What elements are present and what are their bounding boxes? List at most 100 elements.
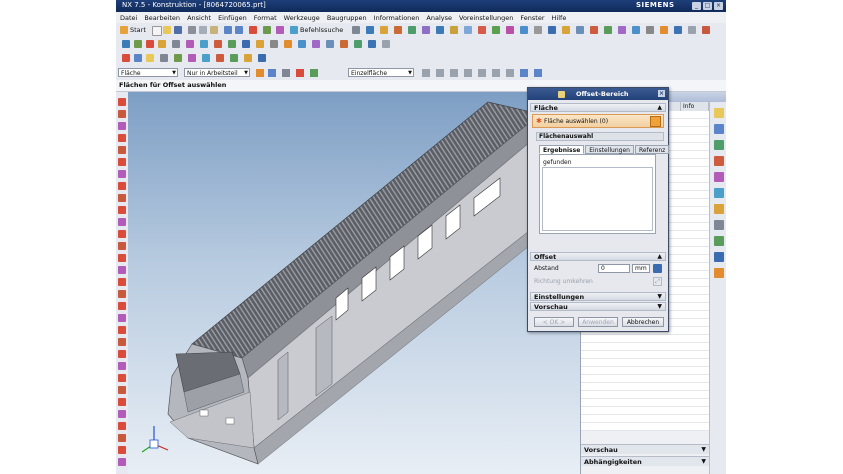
measure-icon[interactable] [534, 26, 542, 34]
shaded-view-icon[interactable] [534, 69, 542, 77]
tool-icon-21[interactable] [118, 338, 126, 346]
menu-datei[interactable]: Datei [120, 14, 137, 22]
offset-curve-icon[interactable] [200, 40, 208, 48]
revolve-icon[interactable] [380, 26, 388, 34]
graphics-window[interactable] [128, 92, 580, 474]
snap-tangent-icon[interactable] [450, 69, 458, 77]
door-front[interactable] [277, 351, 289, 421]
delete-icon[interactable] [249, 26, 257, 34]
unite-icon[interactable] [492, 26, 500, 34]
tool-icon-8[interactable] [118, 182, 126, 190]
section-einstellungen[interactable]: Einstellungen ▼ [530, 292, 666, 301]
navigator-section-abhaengigkeiten[interactable]: Abhängigkeiten ▼ [581, 456, 709, 466]
wireframe-icon[interactable] [688, 26, 696, 34]
close-icon[interactable]: × [658, 90, 665, 97]
snap-grid-icon[interactable] [478, 69, 486, 77]
undo-icon[interactable] [224, 26, 232, 34]
flaechenauswahl-header[interactable]: Flächenauswahl [536, 132, 664, 141]
wcs-icon[interactable] [134, 54, 142, 62]
delete-face-icon[interactable] [340, 40, 348, 48]
constraint-navigator-icon[interactable] [714, 124, 724, 134]
start-icon[interactable] [120, 26, 128, 34]
tool-icon-4[interactable] [118, 134, 126, 142]
tool-icon-13[interactable] [118, 242, 126, 250]
menu-einfuegen[interactable]: Einfügen [218, 14, 247, 22]
search-icon[interactable] [290, 26, 298, 34]
draft-icon[interactable] [284, 40, 292, 48]
tab-einstellungen[interactable]: Einstellungen [585, 145, 634, 154]
sew-icon[interactable] [256, 40, 264, 48]
copy-icon[interactable] [199, 26, 207, 34]
snap-face-icon[interactable] [492, 69, 500, 77]
new-file-icon[interactable] [152, 26, 162, 36]
tab-referenz[interactable]: Referenz [634, 145, 670, 154]
value-options-icon[interactable] [653, 264, 662, 273]
cancel-button[interactable]: Abbrechen [622, 317, 664, 327]
tab-ergebnisse[interactable]: Ergebnisse [539, 145, 585, 154]
paste-icon[interactable] [210, 26, 218, 34]
part-nav-icon[interactable] [202, 54, 210, 62]
point-icon[interactable] [134, 40, 142, 48]
snap-intersect-icon[interactable] [464, 69, 472, 77]
surface-icon[interactable] [242, 40, 250, 48]
blend-icon[interactable] [408, 26, 416, 34]
tool-icon-15[interactable] [118, 266, 126, 274]
tool-icon-28[interactable] [118, 422, 126, 430]
tool-icon-22[interactable] [118, 350, 126, 358]
snap-end-icon[interactable] [296, 69, 304, 77]
chamfer-icon[interactable] [422, 26, 430, 34]
shade-icon[interactable] [674, 26, 682, 34]
hd3d-icon[interactable] [714, 172, 724, 182]
snap-point-icon[interactable] [282, 69, 290, 77]
tool-icon-12[interactable] [118, 230, 126, 238]
menu-baugruppen[interactable]: Baugruppen [327, 14, 367, 22]
view-cube-icon[interactable] [520, 69, 528, 77]
tool-icon-2[interactable] [118, 110, 126, 118]
move-face-icon[interactable] [312, 40, 320, 48]
pan-icon[interactable] [632, 26, 640, 34]
tool-icon-24[interactable] [118, 374, 126, 382]
web-browser-icon[interactable] [714, 188, 724, 198]
open-icon[interactable] [163, 26, 171, 34]
menu-informationen[interactable]: Informationen [374, 14, 420, 22]
tool-icon-5[interactable] [118, 146, 126, 154]
extrude2-icon[interactable] [122, 40, 130, 48]
door-middle[interactable] [315, 315, 333, 397]
group-icon[interactable] [382, 40, 390, 48]
tool-icon-20[interactable] [118, 326, 126, 334]
mirror-icon[interactable] [464, 26, 472, 34]
start-button[interactable]: Start [130, 26, 146, 34]
tool-icon-18[interactable] [118, 302, 126, 310]
tool-icon-1[interactable] [118, 98, 126, 106]
intersect-icon[interactable] [520, 26, 528, 34]
system-materials-icon[interactable] [714, 220, 724, 230]
minimize-button[interactable]: _ [692, 2, 701, 10]
display-icon[interactable] [276, 26, 284, 34]
zoom-icon[interactable] [618, 26, 626, 34]
snap-mid-icon[interactable] [310, 69, 318, 77]
snap-curve-icon[interactable] [506, 69, 514, 77]
pattern-icon[interactable] [450, 26, 458, 34]
tool-icon-19[interactable] [118, 314, 126, 322]
synchronous-icon[interactable] [368, 40, 376, 48]
navigator-section-vorschau[interactable]: Vorschau ▼ [581, 444, 709, 454]
tool-icon-30[interactable] [118, 446, 126, 454]
filter-reset-icon[interactable] [256, 69, 264, 77]
constraint-icon[interactable] [230, 54, 238, 62]
sketch-icon[interactable] [352, 26, 360, 34]
menu-werkzeuge[interactable]: Werkzeuge [284, 14, 320, 22]
tool-icon-29[interactable] [118, 434, 126, 442]
datum-icon[interactable] [146, 54, 154, 62]
layer-icon[interactable] [263, 26, 271, 34]
unit-dropdown[interactable]: mm [632, 264, 650, 273]
redo-icon[interactable] [235, 26, 243, 34]
menu-analyse[interactable]: Analyse [426, 14, 452, 22]
save-icon[interactable] [174, 26, 182, 34]
dialog-title-bar[interactable]: Offset-Bereich × [528, 88, 668, 100]
tool-icon-7[interactable] [118, 170, 126, 178]
orient-icon[interactable] [660, 26, 668, 34]
tool-icon-10[interactable] [118, 206, 126, 214]
select-all-icon[interactable] [268, 69, 276, 77]
hole-icon[interactable] [394, 26, 402, 34]
face-select-icon[interactable] [650, 116, 661, 127]
